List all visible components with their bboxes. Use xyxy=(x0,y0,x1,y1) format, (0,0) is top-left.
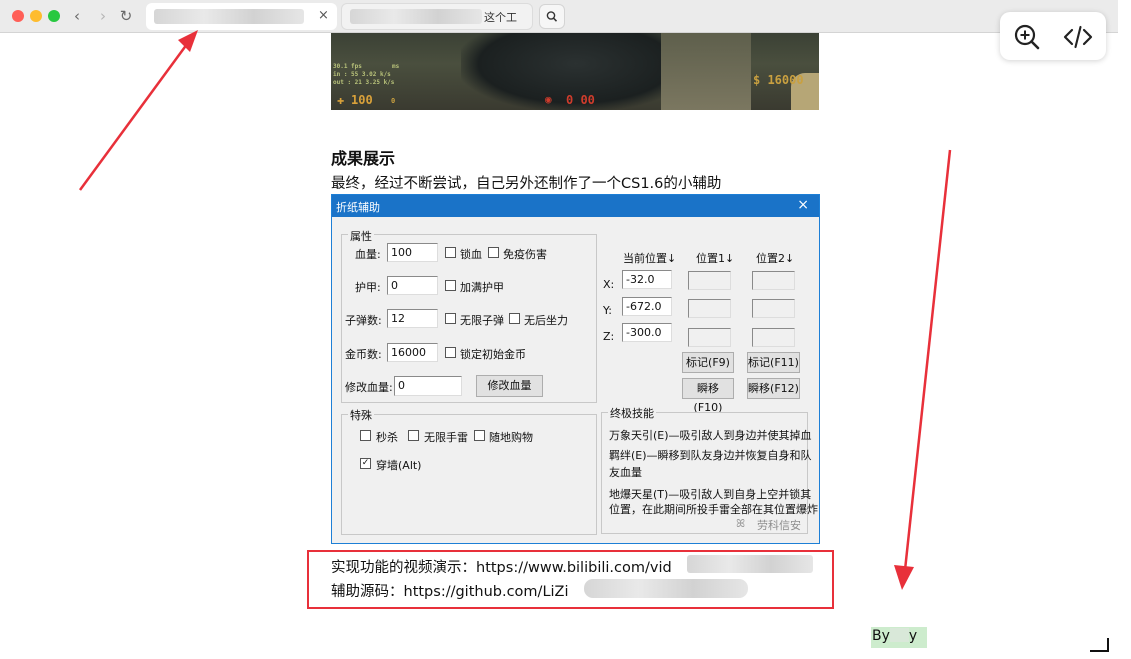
x-label: X: xyxy=(603,278,615,291)
z-label: Z: xyxy=(603,330,615,343)
hp-label: 血量: xyxy=(355,248,381,261)
teleport-f10-button[interactable]: 瞬移(F10) xyxy=(682,378,734,414)
hud-fps: 30.1 fps xyxy=(333,63,362,70)
lock-money-label: 锁定初始金币 xyxy=(460,348,526,361)
ultimate-skills-group-label: 终极技能 xyxy=(608,405,656,421)
dialog-titlebar: 折纸辅助 × xyxy=(332,195,819,217)
highlight-box xyxy=(307,550,834,609)
background-wall xyxy=(661,33,751,110)
intro-paragraph: 最终，经过不断尝试，自己另外还制作了一个CS1.6的小辅助 xyxy=(331,176,722,192)
author-tag: By y xyxy=(871,627,927,648)
edit-hp-field[interactable]: 0 xyxy=(394,376,462,396)
hud-ammo: 0 00 xyxy=(566,93,595,107)
position1-header: 位置1↓ xyxy=(696,252,735,265)
current-x-field[interactable]: -32.0 xyxy=(622,270,672,289)
hud-health: 100 xyxy=(351,93,373,107)
add-armor-checkbox[interactable] xyxy=(445,280,456,291)
ultimate-line-3: 友血量 xyxy=(609,466,642,479)
watermark-text: 劳科信安 xyxy=(757,519,801,532)
position2-z-field[interactable] xyxy=(752,328,795,347)
annotation-arrow-right xyxy=(894,149,952,590)
ultimate-line-5: 位置，在此期间所投手雷全部在其位置爆炸 xyxy=(609,503,818,516)
mark-f9-button[interactable]: 标记(F9) xyxy=(682,352,734,373)
search-icon xyxy=(546,11,558,22)
unlimited-ammo-checkbox[interactable] xyxy=(445,313,456,324)
no-recoil-checkbox[interactable] xyxy=(509,313,520,324)
zoom-in-icon[interactable] xyxy=(1013,23,1041,51)
money-label: 金币数: xyxy=(345,348,382,361)
buy-anywhere-checkbox[interactable] xyxy=(474,430,485,441)
lock-money-checkbox[interactable] xyxy=(445,347,456,358)
author-prefix: By xyxy=(872,628,890,644)
current-y-field[interactable]: -672.0 xyxy=(622,297,672,316)
unlimited-ammo-label: 无限子弹 xyxy=(460,314,504,327)
hud-armor: 0 xyxy=(391,97,396,105)
hud-money: $ 16000 xyxy=(753,73,804,87)
author-redacted xyxy=(889,628,909,642)
lock-hp-checkbox[interactable] xyxy=(445,247,456,258)
position1-x-field[interactable] xyxy=(688,271,731,290)
minimize-window-button[interactable] xyxy=(30,10,42,22)
y-label: Y: xyxy=(603,304,612,317)
lock-hp-label: 锁血 xyxy=(460,248,482,261)
add-armor-label: 加满护甲 xyxy=(460,281,504,294)
position1-z-field[interactable] xyxy=(688,328,731,347)
wallhack-label: 穿墙(Alt) xyxy=(376,459,422,472)
no-damage-checkbox[interactable] xyxy=(488,247,499,258)
wallhack-checkbox[interactable]: ✓ xyxy=(360,458,371,469)
attributes-group-label: 属性 xyxy=(348,228,374,244)
annotation-arrow-left xyxy=(78,30,198,191)
armor-label: 护甲: xyxy=(355,281,381,294)
section-title: 成果展示 xyxy=(331,149,396,168)
buy-anywhere-label: 随地购物 xyxy=(489,431,533,444)
current-position-header: 当前位置↓ xyxy=(623,252,677,265)
unlimited-grenade-checkbox[interactable] xyxy=(408,430,419,441)
game-screenshot: 30.1 fps ms in : 55 3.02 k/s out : 21 3.… xyxy=(331,33,819,110)
position2-y-field[interactable] xyxy=(752,299,795,318)
resize-corner-icon xyxy=(1090,638,1109,652)
author-suffix: y xyxy=(908,628,918,644)
tab-title-redacted xyxy=(350,9,482,24)
tool-dialog-screenshot: 折纸辅助 × 属性 血量: 100 锁血 免疫伤害 护甲: 0 加满护甲 子弹数… xyxy=(331,194,820,544)
ultimate-line-1: 万象天引(E)—吸引敌人到身边并使其掉血 xyxy=(609,429,812,442)
hp-field[interactable]: 100 xyxy=(387,243,438,262)
no-damage-label: 免疫伤害 xyxy=(503,248,547,261)
hud-health-icon: ✚ xyxy=(337,93,345,107)
floating-toolbar xyxy=(1000,12,1106,60)
no-recoil-label: 无后坐力 xyxy=(524,314,568,327)
hud-net-in: in : 55 3.02 k/s xyxy=(333,71,391,78)
instant-kill-label: 秒杀 xyxy=(376,431,398,444)
edit-hp-button[interactable]: 修改血量 xyxy=(476,375,543,397)
dialog-title: 折纸辅助 xyxy=(336,201,380,214)
screenshot-stage: ‹ › ↻ × 这个工 30.1 fps ms in: 55 3.02 k/s… xyxy=(0,0,1131,659)
watermark-icon: ꕤ xyxy=(736,517,746,530)
armor-field[interactable]: 0 xyxy=(387,276,438,295)
position2-x-field[interactable] xyxy=(752,271,795,290)
zoom-window-button[interactable] xyxy=(48,10,60,22)
ammo-label: 子弹数: xyxy=(345,314,382,327)
instant-kill-checkbox[interactable] xyxy=(360,430,371,441)
code-icon[interactable] xyxy=(1063,24,1093,50)
position2-header: 位置2↓ xyxy=(756,252,795,265)
unlimited-grenade-label: 无限手雷 xyxy=(424,431,468,444)
hud-ms: ms xyxy=(392,63,400,70)
hud-timer-icon: ◉ xyxy=(545,93,552,106)
search-tabs-button[interactable] xyxy=(539,4,565,29)
close-window-button[interactable] xyxy=(12,10,24,22)
dialog-close-icon[interactable]: × xyxy=(797,197,809,213)
ultimate-line-2: 羁绊(E)—瞬移到队友身边并恢复自身和队 xyxy=(609,449,812,462)
current-z-field[interactable]: -300.0 xyxy=(622,323,672,342)
ultimate-line-4: 地爆天星(T)—吸引敌人到自身上空并锁其 xyxy=(609,488,812,501)
tab-partial-title: 这个工 xyxy=(484,11,517,24)
money-field[interactable]: 16000 xyxy=(387,343,438,362)
teleport-f12-button[interactable]: 瞬移(F12) xyxy=(747,378,800,399)
tab-close-button[interactable]: × xyxy=(318,8,329,23)
special-group-label: 特殊 xyxy=(348,407,374,423)
edit-hp-label: 修改血量: xyxy=(345,381,393,394)
mark-f11-button[interactable]: 标记(F11) xyxy=(747,352,800,373)
ammo-field[interactable]: 12 xyxy=(387,309,438,328)
hud-net-out: out : 21 3.25 k/s xyxy=(333,79,395,86)
position1-y-field[interactable] xyxy=(688,299,731,318)
